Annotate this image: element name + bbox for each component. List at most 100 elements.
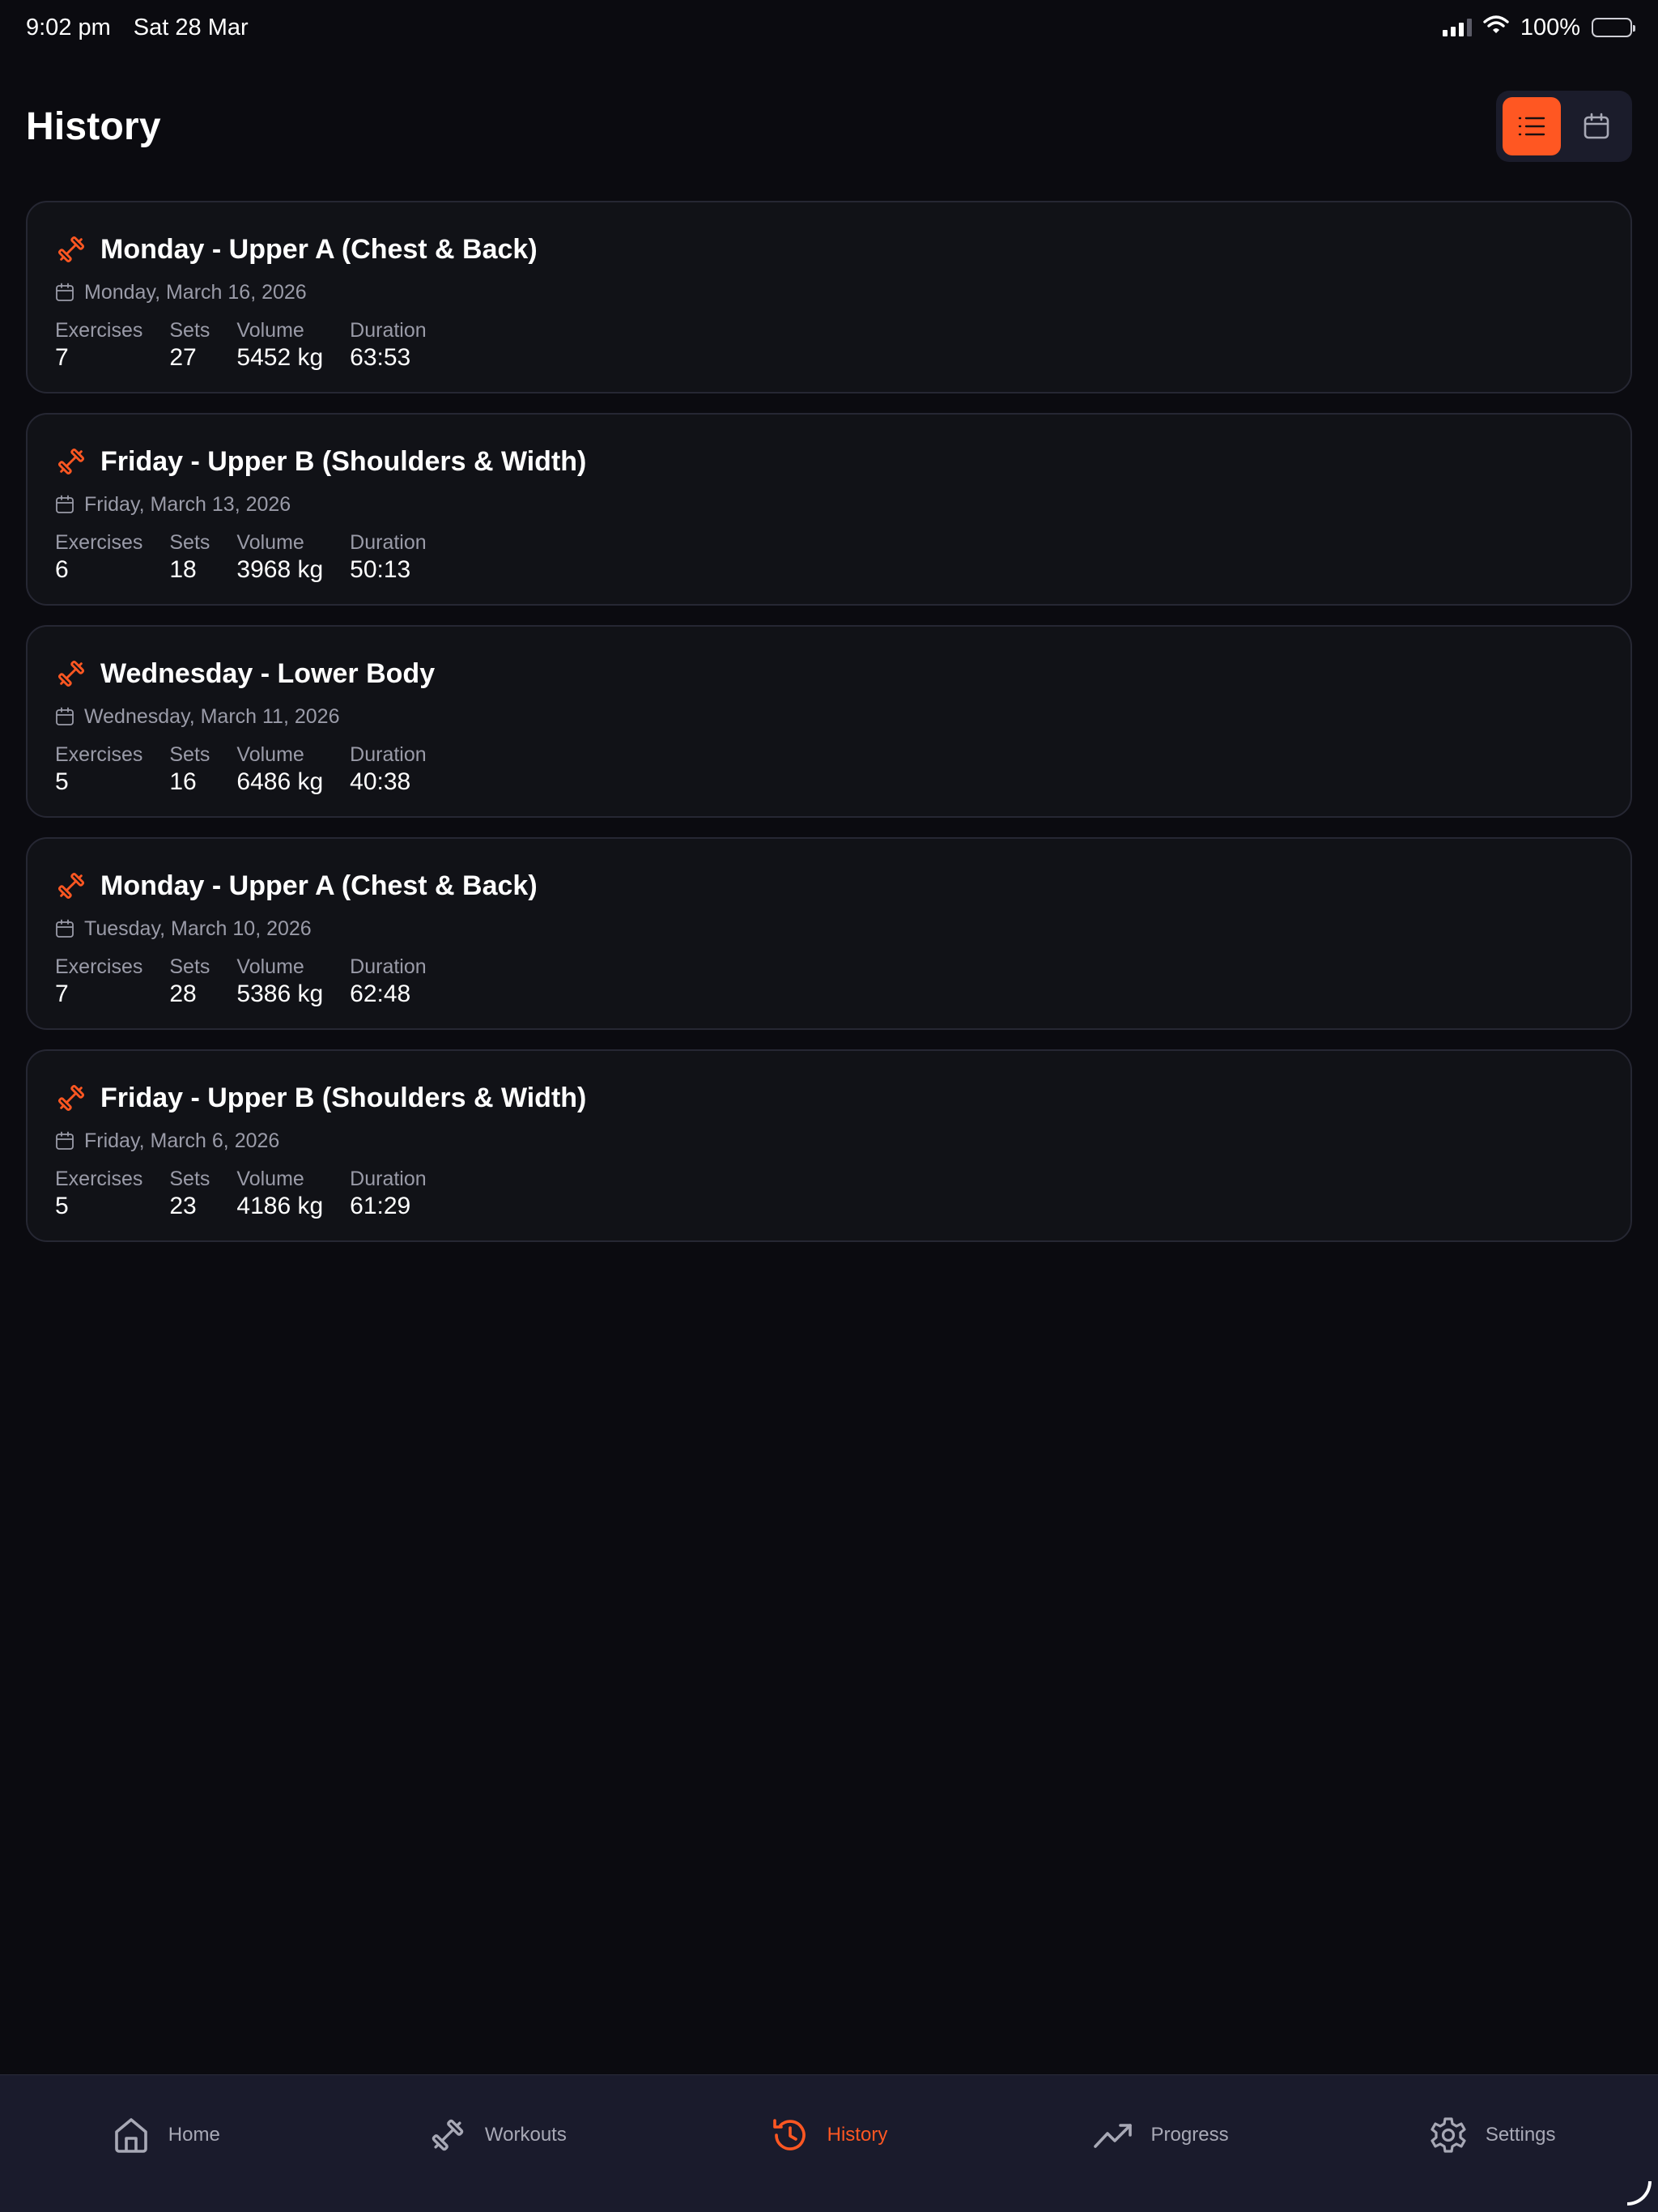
stat-value-duration: 62:48 <box>350 981 411 1007</box>
tab-label-history: History <box>827 2124 888 2146</box>
tab-home[interactable]: Home <box>0 2111 332 2159</box>
tab-label-workouts: Workouts <box>484 2124 567 2146</box>
calendar-icon <box>56 495 74 513</box>
stat-volume: Volume 5452 kg <box>236 317 323 372</box>
stat-value-volume: 5386 kg <box>236 981 324 1007</box>
tab-workouts[interactable]: Workouts <box>332 2111 664 2159</box>
workout-date: Wednesday, March 11, 2026 <box>84 704 340 728</box>
stat-value-volume: 5452 kg <box>236 344 324 371</box>
stat-value-duration: 63:53 <box>350 344 411 371</box>
workout-card[interactable]: Monday - Upper A (Chest & Back) Tuesday,… <box>26 837 1632 1030</box>
battery-percentage: 100% <box>1520 14 1580 40</box>
stat-value-sets: 28 <box>169 981 197 1007</box>
stat-label-exercises: Exercises <box>55 743 143 766</box>
stat-label-volume: Volume <box>236 1168 304 1190</box>
stat-value-exercises: 7 <box>55 981 69 1007</box>
workout-title: Friday - Upper B (Shoulders & Width) <box>100 1082 587 1113</box>
tab-label-progress: Progress <box>1150 2124 1229 2146</box>
workout-card[interactable]: Friday - Upper B (Shoulders & Width) Fri… <box>26 1049 1632 1242</box>
tab-label-home: Home <box>168 2124 220 2146</box>
gear-icon <box>1431 2117 1466 2153</box>
stat-value-exercises: 5 <box>55 1193 69 1219</box>
stat-duration: Duration 62:48 <box>350 954 427 1009</box>
tab-settings[interactable]: Settings <box>1326 2111 1658 2159</box>
stat-label-exercises: Exercises <box>55 1168 143 1190</box>
status-time: 9:02 pm <box>26 14 111 40</box>
workout-title: Monday - Upper A (Chest & Back) <box>100 870 538 901</box>
status-date: Sat 28 Mar <box>133 14 249 40</box>
workout-title: Wednesday - Lower Body <box>100 657 436 689</box>
list-view-button[interactable] <box>1503 97 1561 155</box>
stat-exercises: Exercises 5 <box>55 742 142 797</box>
workout-card[interactable]: Monday - Upper A (Chest & Back) Monday, … <box>26 201 1632 393</box>
stat-sets: Sets 23 <box>169 1166 210 1221</box>
calendar-view-button[interactable] <box>1567 97 1626 155</box>
calendar-icon <box>56 1131 74 1150</box>
tab-progress[interactable]: Progress <box>995 2111 1327 2159</box>
stat-label-volume: Volume <box>236 955 304 978</box>
card-header: Monday - Upper A (Chest & Back) <box>55 868 1603 904</box>
stat-exercises: Exercises 7 <box>55 954 142 1009</box>
stat-value-sets: 18 <box>169 556 197 583</box>
workout-stats: Exercises 7 Sets 28 Volume 5386 kg Durat… <box>55 954 1603 1009</box>
wifi-icon <box>1483 15 1509 41</box>
dumbbell-icon <box>432 2119 464 2151</box>
dumbbell-icon <box>57 872 85 900</box>
stat-value-volume: 3968 kg <box>236 556 324 583</box>
workout-card[interactable]: Wednesday - Lower Body Wednesday, March … <box>26 625 1632 818</box>
workout-stats: Exercises 5 Sets 16 Volume 6486 kg Durat… <box>55 742 1603 797</box>
workout-stats: Exercises 5 Sets 23 Volume 4186 kg Durat… <box>55 1166 1603 1221</box>
calendar-icon <box>56 283 74 301</box>
workout-stats: Exercises 7 Sets 27 Volume 5452 kg Durat… <box>55 317 1603 372</box>
stat-value-exercises: 7 <box>55 344 69 371</box>
workout-title: Monday - Upper A (Chest & Back) <box>100 233 538 265</box>
card-header: Friday - Upper B (Shoulders & Width) <box>55 1080 1603 1116</box>
header: History <box>26 89 1632 164</box>
workout-title: Friday - Upper B (Shoulders & Width) <box>100 445 587 477</box>
stat-exercises: Exercises 6 <box>55 530 142 585</box>
stat-value-sets: 16 <box>169 768 197 795</box>
workout-card[interactable]: Friday - Upper B (Shoulders & Width) Fri… <box>26 413 1632 606</box>
stat-value-duration: 40:38 <box>350 768 411 795</box>
stat-volume: Volume 6486 kg <box>236 742 323 797</box>
card-header: Wednesday - Lower Body <box>55 656 1603 691</box>
workout-date-row: Wednesday, March 11, 2026 <box>55 703 1603 730</box>
page-title: History <box>26 104 161 148</box>
stat-volume: Volume 4186 kg <box>236 1166 323 1221</box>
stat-value-sets: 23 <box>169 1193 197 1219</box>
stat-value-duration: 61:29 <box>350 1193 411 1219</box>
stat-value-volume: 4186 kg <box>236 1193 324 1219</box>
stat-label-exercises: Exercises <box>55 319 143 342</box>
dumbbell-icon <box>57 660 85 687</box>
workout-date: Friday, March 6, 2026 <box>84 1129 280 1152</box>
stat-label-exercises: Exercises <box>55 531 143 554</box>
workout-date: Monday, March 16, 2026 <box>84 280 307 304</box>
stat-exercises: Exercises 5 <box>55 1166 142 1221</box>
stat-duration: Duration 50:13 <box>350 530 427 585</box>
card-header: Monday - Upper A (Chest & Back) <box>55 232 1603 267</box>
stat-label-sets: Sets <box>169 531 210 554</box>
calendar-icon <box>56 707 74 725</box>
workout-date-row: Monday, March 16, 2026 <box>55 279 1603 306</box>
tab-history[interactable]: History <box>663 2111 995 2159</box>
stat-label-duration: Duration <box>350 531 427 554</box>
workout-date: Friday, March 13, 2026 <box>84 492 291 516</box>
list-icon <box>1518 117 1545 136</box>
cellular-signal-icon <box>1442 19 1472 36</box>
dumbbell-icon <box>57 448 85 475</box>
tab-label-settings: Settings <box>1485 2124 1556 2146</box>
stat-label-volume: Volume <box>236 319 304 342</box>
view-toggle <box>1496 91 1632 162</box>
home-indicator[interactable] <box>1627 2181 1652 2206</box>
stat-label-sets: Sets <box>169 1168 210 1190</box>
stat-value-volume: 6486 kg <box>236 768 324 795</box>
workout-date: Tuesday, March 10, 2026 <box>84 917 312 940</box>
stat-exercises: Exercises 7 <box>55 317 142 372</box>
status-bar: 9:02 pm Sat 28 Mar 100% <box>26 11 1635 44</box>
stat-label-duration: Duration <box>350 955 427 978</box>
stat-sets: Sets 27 <box>169 317 210 372</box>
workout-date-row: Friday, March 13, 2026 <box>55 491 1603 518</box>
workout-stats: Exercises 6 Sets 18 Volume 3968 kg Durat… <box>55 530 1603 585</box>
stat-label-volume: Volume <box>236 531 304 554</box>
stat-sets: Sets 16 <box>169 742 210 797</box>
